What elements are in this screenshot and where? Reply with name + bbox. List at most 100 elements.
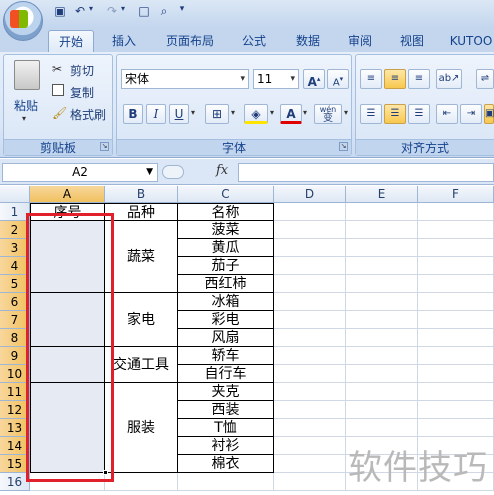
- decrease-indent-button[interactable]: ⇤: [436, 104, 458, 124]
- format-painter-button[interactable]: 格式刷: [70, 106, 106, 123]
- bold-button[interactable]: B: [123, 104, 143, 124]
- grid-cell[interactable]: [346, 203, 418, 221]
- grid-cell[interactable]: [346, 329, 418, 347]
- name-cell[interactable]: 夹克: [178, 383, 274, 401]
- insert-function-icon[interactable]: fx: [216, 163, 228, 178]
- undo-dropdown-icon[interactable]: ▾: [86, 4, 96, 22]
- font-size-select[interactable]: 11 ▾: [253, 69, 299, 89]
- font-name-select[interactable]: 宋体 ▾: [121, 69, 249, 89]
- shrink-font-button[interactable]: A▾: [327, 69, 349, 89]
- column-header-a[interactable]: A: [30, 186, 105, 203]
- fill-handle[interactable]: [103, 470, 108, 475]
- grid-cell[interactable]: [274, 347, 346, 365]
- name-box-dropdown-icon[interactable]: ▼: [146, 164, 153, 181]
- name-cell[interactable]: 西红柿: [178, 275, 274, 293]
- underline-button[interactable]: U: [169, 104, 189, 124]
- italic-button[interactable]: I: [146, 104, 166, 124]
- paste-dropdown-icon[interactable]: ▾: [22, 114, 26, 123]
- grid-cell[interactable]: [418, 239, 494, 257]
- grid-cell[interactable]: [418, 221, 494, 239]
- formula-input[interactable]: [238, 163, 494, 182]
- formula-expand-icon[interactable]: [162, 165, 184, 179]
- fill-color-button[interactable]: ◈: [244, 104, 268, 124]
- paste-button[interactable]: 粘贴: [14, 97, 38, 114]
- grid-cell[interactable]: [274, 473, 346, 491]
- category-cell[interactable]: 家电: [105, 293, 178, 347]
- column-header-d[interactable]: D: [274, 186, 346, 203]
- grid-cell[interactable]: [274, 383, 346, 401]
- grid-cell[interactable]: [346, 311, 418, 329]
- borders-dropdown-icon[interactable]: ▾: [231, 108, 235, 117]
- align-bottom-button[interactable]: ≡: [408, 69, 430, 89]
- grid-cell[interactable]: [346, 347, 418, 365]
- grid-cell[interactable]: [418, 257, 494, 275]
- grid-cell[interactable]: [178, 473, 274, 491]
- grid-cell[interactable]: [418, 275, 494, 293]
- merge-center-button[interactable]: ▣: [484, 104, 494, 124]
- phonetic-button[interactable]: wén 变: [314, 104, 342, 124]
- category-cell[interactable]: 服装: [105, 383, 178, 473]
- grid-cell[interactable]: [274, 437, 346, 455]
- grid-cell[interactable]: [346, 239, 418, 257]
- name-cell[interactable]: 黄瓜: [178, 239, 274, 257]
- customize-icon[interactable]: ▾: [176, 4, 188, 22]
- clipboard-dialog-launcher-icon[interactable]: ↘: [100, 142, 109, 151]
- header-cell-category[interactable]: 品种: [105, 203, 178, 221]
- name-cell[interactable]: 轿车: [178, 347, 274, 365]
- tab-home[interactable]: 开始: [48, 30, 94, 52]
- name-cell[interactable]: 彩电: [178, 311, 274, 329]
- cut-button[interactable]: 剪切: [70, 62, 94, 79]
- grid-cell[interactable]: [418, 329, 494, 347]
- grid-cell[interactable]: [346, 257, 418, 275]
- name-cell[interactable]: 冰箱: [178, 293, 274, 311]
- grid-cell[interactable]: [346, 365, 418, 383]
- underline-dropdown-icon[interactable]: ▾: [191, 108, 195, 117]
- grid-cell[interactable]: [274, 257, 346, 275]
- tab-kutoo[interactable]: KUTOO: [448, 30, 494, 52]
- grid-cell[interactable]: [346, 401, 418, 419]
- category-cell[interactable]: 蔬菜: [105, 221, 178, 293]
- grid-cell[interactable]: [274, 311, 346, 329]
- column-header-b[interactable]: B: [105, 186, 178, 203]
- tab-page-layout[interactable]: 页面布局: [158, 30, 222, 52]
- grid-cell[interactable]: [418, 203, 494, 221]
- grid-cell[interactable]: [274, 455, 346, 473]
- grid-cell[interactable]: [418, 365, 494, 383]
- name-cell[interactable]: 菠菜: [178, 221, 274, 239]
- grid-cell[interactable]: [105, 473, 178, 491]
- name-cell[interactable]: T恤: [178, 419, 274, 437]
- redo-dropdown-icon[interactable]: ▾: [118, 4, 128, 22]
- align-middle-button[interactable]: ≡: [384, 69, 406, 89]
- tab-view[interactable]: 视图: [392, 30, 432, 52]
- print-preview-icon[interactable]: ⌕: [156, 4, 172, 22]
- grid-cell[interactable]: [274, 419, 346, 437]
- tab-formulas[interactable]: 公式: [234, 30, 274, 52]
- grid-cell[interactable]: [346, 383, 418, 401]
- name-cell[interactable]: 风扇: [178, 329, 274, 347]
- name-cell[interactable]: 茄子: [178, 257, 274, 275]
- wrap-text-button[interactable]: ⇌: [476, 69, 494, 89]
- tab-insert[interactable]: 插入: [104, 30, 144, 52]
- grid-cell[interactable]: [418, 293, 494, 311]
- grid-cell[interactable]: [274, 401, 346, 419]
- phonetic-dropdown-icon[interactable]: ▾: [344, 108, 348, 117]
- align-right-button[interactable]: ☰: [408, 104, 430, 124]
- align-center-button[interactable]: ☰: [384, 104, 406, 124]
- save-icon[interactable]: ▣: [52, 4, 68, 22]
- grid-cell[interactable]: [418, 311, 494, 329]
- grid-cell[interactable]: [346, 221, 418, 239]
- category-cell[interactable]: 交通工具: [105, 347, 178, 383]
- font-color-dropdown-icon[interactable]: ▾: [303, 108, 307, 117]
- grow-font-button[interactable]: A▴: [303, 69, 325, 89]
- grid-cell[interactable]: [274, 293, 346, 311]
- grid-cell[interactable]: [274, 275, 346, 293]
- align-top-button[interactable]: ≡: [360, 69, 382, 89]
- align-left-button[interactable]: ☰: [360, 104, 382, 124]
- name-cell[interactable]: 衬衫: [178, 437, 274, 455]
- grid-cell[interactable]: [274, 329, 346, 347]
- grid-cell[interactable]: [346, 293, 418, 311]
- tab-review[interactable]: 审阅: [340, 30, 380, 52]
- tab-data[interactable]: 数据: [288, 30, 328, 52]
- name-cell[interactable]: 自行车: [178, 365, 274, 383]
- column-header-f[interactable]: F: [418, 186, 494, 203]
